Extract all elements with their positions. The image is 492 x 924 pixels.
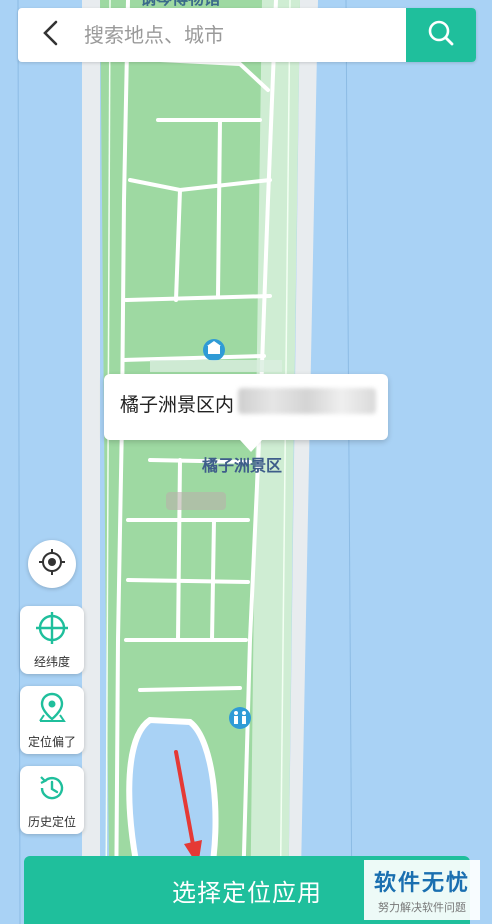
map-label-area: 橘子洲景区 (201, 456, 282, 475)
location-popup[interactable]: 橘子洲景区内 (104, 374, 388, 452)
search-button[interactable] (406, 8, 476, 62)
history-icon (35, 771, 69, 809)
search-input[interactable] (82, 14, 406, 56)
watermark-subtitle: 努力解决软件问题 (378, 901, 466, 914)
latlng-label: 经纬度 (33, 654, 70, 669)
pin-icon (35, 691, 69, 729)
watermark: 软件无忧 努力解决软件问题 (364, 860, 480, 920)
back-button[interactable] (18, 8, 82, 62)
search-icon (427, 19, 455, 51)
watermark-title: 软件无忧 (373, 871, 470, 896)
latlng-button[interactable]: 经纬度 (20, 606, 84, 674)
locate-icon (38, 548, 66, 580)
deviation-label: 定位偏了 (27, 734, 76, 749)
toilet-icon[interactable] (229, 707, 251, 729)
deviation-button[interactable]: 定位偏了 (20, 686, 84, 754)
popup-location-text: 橘子洲景区内 (120, 394, 235, 416)
annotation-arrow (174, 750, 202, 866)
primary-button-label: 选择定位应用 (172, 878, 322, 907)
map-label-museum: 钢琴博物馆 (140, 0, 220, 8)
museum-icon[interactable] (203, 339, 225, 361)
locate-me-button[interactable] (28, 540, 76, 588)
popup-redacted-text (238, 388, 376, 414)
back-icon (41, 20, 59, 50)
history-label: 历史定位 (27, 814, 76, 829)
search-bar (18, 8, 476, 62)
crosshair-icon (35, 611, 69, 649)
history-button[interactable]: 历史定位 (20, 766, 84, 834)
